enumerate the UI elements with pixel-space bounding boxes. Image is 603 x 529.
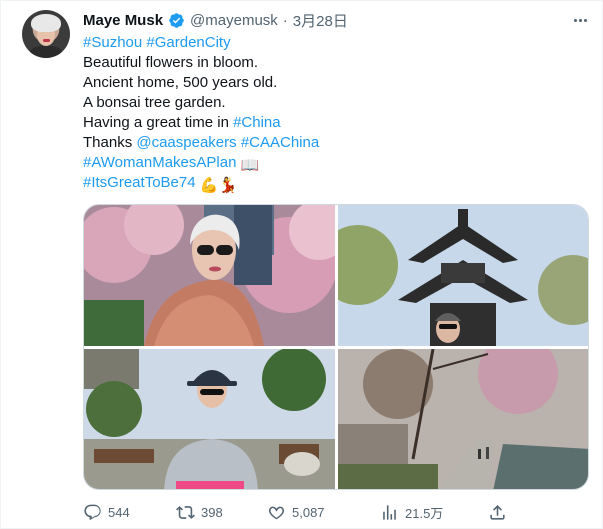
reply-button[interactable]: 544 [83,500,130,524]
share-icon [490,504,505,520]
tweet-date[interactable]: 3月28日 [293,10,348,31]
tweet-text-line: #Suzhou #GardenCity [83,33,583,53]
hashtag-link[interactable]: #CAAChina [241,134,319,151]
hashtag-link[interactable]: #GardenCity [146,34,230,51]
views-button[interactable]: 21.5万 [380,500,443,524]
views-chart-icon [383,504,396,520]
retweet-icon [176,505,195,519]
tweet-text-segment: Beautiful flowers in bloom. [83,54,259,71]
tweet-text-line: Ancient home, 500 years old. [83,73,583,93]
share-button[interactable] [488,500,507,524]
photo-canal-path[interactable] [338,349,588,489]
tweet-text-segment: Thanks [83,134,137,151]
separator-dot: · [282,11,288,29]
hashtag-link[interactable]: #Suzhou [83,34,142,51]
author-handle[interactable]: @mayemusk [190,12,278,29]
heart-icon [268,506,285,519]
flexed-biceps-emoji: 💪 [199,177,219,194]
mention-link[interactable]: @caaspeakers [136,134,236,151]
reply-icon [84,504,101,520]
tweet-text: #Suzhou #GardenCity Beautiful flowers in … [83,33,583,194]
tweet-text-segment: Having a great time in [83,114,234,131]
photo-pagoda-pavilion[interactable] [338,205,588,346]
reply-count: 544 [108,504,130,520]
views-count: 21.5万 [405,505,444,521]
tweet-actions: 544 398 5,087 21.5万 [83,500,589,524]
verified-badge-icon [169,12,184,28]
tweet-text-line: Beautiful flowers in bloom. [83,53,583,73]
tweet-header: Maye Musk @mayemusk · 3月28日 [83,10,348,30]
tweet-text-line: Having a great time in #China [83,113,583,133]
photo-pink-coat-blossoms[interactable] [84,205,335,346]
tweet-text-line: #ItsGreatToBe74 💪💃 [83,173,583,194]
tweet-text-segment: Ancient home, 500 years old. [83,74,278,91]
like-count: 5,087 [292,504,325,520]
retweet-count: 398 [201,504,223,520]
hashtag-link[interactable]: #AWomanMakesAPlan [83,154,236,171]
avatar[interactable] [22,10,70,58]
tweet-text-line: Thanks @caaspeakers #CAAChina [83,133,583,153]
more-options-icon[interactable] [571,12,589,28]
retweet-button[interactable]: 398 [176,500,223,524]
like-button[interactable]: 5,087 [267,500,325,524]
tweet-text-segment: A bonsai tree garden. [83,94,226,111]
hashtag-link[interactable]: #ItsGreatToBe74 [83,174,196,191]
author-name[interactable]: Maye Musk [83,12,163,29]
hashtag-link[interactable]: #China [233,114,281,131]
tweet-text-line: A bonsai tree garden. [83,93,583,113]
dancer-emoji: 💃 [218,177,238,194]
tweet-text-line: #AWomanMakesAPlan 📖 [83,153,583,174]
book-emoji: 📖 [240,157,260,174]
media-grid [83,204,589,490]
photo-bonsai-garden[interactable] [84,349,335,489]
